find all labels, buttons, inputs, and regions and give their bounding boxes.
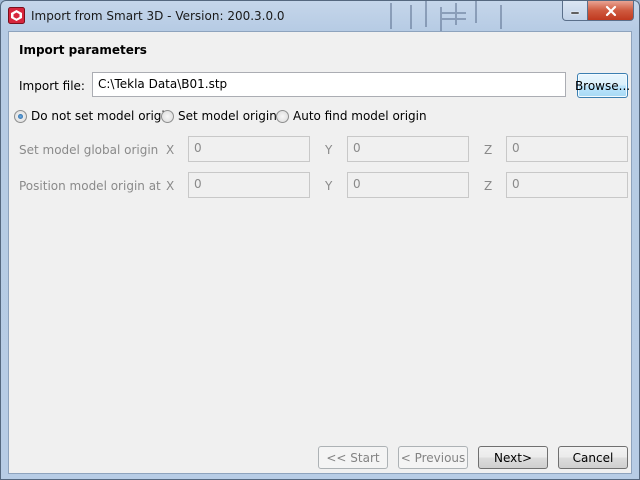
position-origin-x-label: X bbox=[166, 179, 175, 193]
position-origin-z-label: Z bbox=[484, 179, 493, 193]
close-button[interactable] bbox=[588, 1, 634, 21]
radio-label: Set model origin bbox=[178, 109, 277, 123]
radio-button[interactable] bbox=[276, 109, 289, 123]
tekla-app-icon bbox=[8, 7, 25, 24]
position-origin-y-label: Y bbox=[325, 179, 333, 193]
title-bar[interactable]: Import from Smart 3D - Version: 200.3.0.… bbox=[1, 1, 639, 31]
minimize-button[interactable] bbox=[562, 1, 588, 21]
section-title: Import parameters bbox=[19, 43, 147, 57]
browse-button[interactable]: Browse... bbox=[575, 73, 630, 98]
position-origin-x-input[interactable]: 0 bbox=[188, 172, 310, 198]
global-origin-y-label: Y bbox=[325, 143, 333, 157]
next-button[interactable]: Next> bbox=[478, 446, 548, 469]
radio-button-checked[interactable] bbox=[14, 109, 27, 123]
global-origin-label: Set model global origin bbox=[19, 143, 159, 157]
radio-button[interactable] bbox=[161, 109, 174, 123]
import-file-input[interactable]: C:\Tekla Data\B01.stp bbox=[92, 72, 566, 97]
start-button[interactable]: << Start bbox=[318, 446, 388, 469]
close-icon bbox=[605, 5, 616, 16]
radio-auto-find-origin[interactable]: Auto find model origin bbox=[276, 109, 427, 123]
minimize-icon bbox=[570, 11, 580, 14]
position-origin-y-input[interactable]: 0 bbox=[347, 172, 469, 198]
radio-set-model-origin[interactable]: Set model origin bbox=[161, 109, 277, 123]
titlebar-background-art bbox=[390, 1, 502, 31]
global-origin-y-input[interactable]: 0 bbox=[347, 136, 469, 162]
previous-button[interactable]: < Previous bbox=[398, 446, 468, 469]
global-origin-x-input[interactable]: 0 bbox=[188, 136, 310, 162]
global-origin-z-label: Z bbox=[484, 143, 493, 157]
import-file-label: Import file: bbox=[19, 79, 85, 93]
dialog-content: Import parameters Import file: C:\Tekla … bbox=[8, 31, 632, 474]
import-dialog-window: Import from Smart 3D - Version: 200.3.0.… bbox=[0, 0, 640, 480]
position-origin-label: Position model origin at bbox=[19, 179, 161, 193]
window-title: Import from Smart 3D - Version: 200.3.0.… bbox=[31, 9, 285, 23]
radio-do-not-set-origin[interactable]: Do not set model origin bbox=[14, 109, 172, 123]
position-origin-z-input[interactable]: 0 bbox=[506, 172, 628, 198]
global-origin-x-label: X bbox=[166, 143, 175, 157]
cancel-button[interactable]: Cancel bbox=[558, 446, 628, 469]
radio-label: Auto find model origin bbox=[293, 109, 427, 123]
radio-label: Do not set model origin bbox=[31, 109, 173, 123]
global-origin-z-input[interactable]: 0 bbox=[506, 136, 628, 162]
